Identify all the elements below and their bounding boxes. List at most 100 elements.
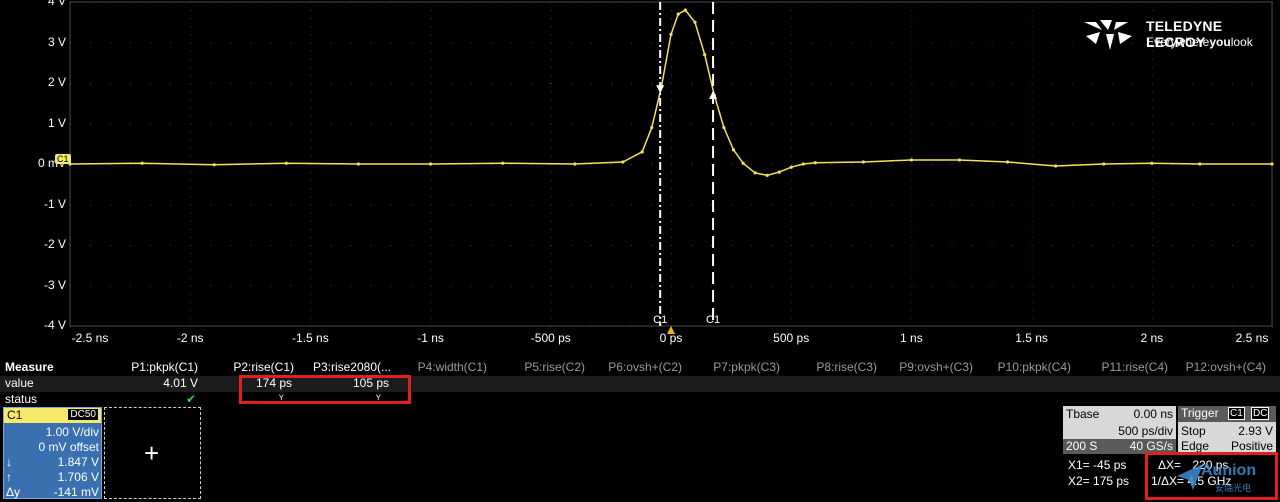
- measure-param-header[interactable]: P6:ovsh+(C2): [608, 360, 682, 374]
- grid-dot: [190, 172, 192, 174]
- grid-dot: [971, 285, 973, 287]
- grid-dot: [590, 245, 592, 246]
- grid-dot: [110, 123, 112, 125]
- grid-dot: [310, 253, 312, 255]
- grid-dot: [430, 34, 432, 36]
- grid-dot: [90, 326, 92, 327]
- grid-dot: [831, 123, 833, 125]
- measure-param-header[interactable]: P4:width(C1): [418, 360, 487, 374]
- measure-param-header[interactable]: P11:rise(C4): [1102, 360, 1168, 374]
- grid-dot: [1272, 139, 1273, 141]
- grid-dot: [1272, 277, 1273, 279]
- measure-param-header[interactable]: P8:rise(C3): [816, 360, 877, 374]
- c1-ground-marker[interactable]: C1: [55, 154, 71, 164]
- measure-param-header[interactable]: P5:rise(C2): [524, 360, 585, 374]
- grid-dot: [390, 245, 392, 246]
- grid-dot: [550, 18, 552, 20]
- grid-dot: [811, 245, 813, 246]
- c1-descriptor-box[interactable]: C1 DC50 1.00 V/div 0 mV offset ↓ 1.847 V …: [3, 407, 102, 499]
- measure-param-header[interactable]: P1:pkpk(C1): [131, 360, 198, 374]
- grid-dot: [751, 2, 753, 3]
- grid-dot: [650, 326, 652, 327]
- grid-dot: [150, 245, 152, 246]
- grid-dot: [430, 309, 432, 311]
- grid-dot: [630, 285, 632, 287]
- grid-dot: [1031, 293, 1033, 295]
- grid-dot: [691, 204, 693, 206]
- grid-dot: [510, 245, 512, 246]
- grid-dot: [590, 164, 592, 165]
- grid-dot: [1151, 172, 1153, 174]
- grid-dot: [530, 326, 532, 327]
- measure-param-header[interactable]: P7:pkpk(C3): [713, 360, 780, 374]
- grid-dot: [1272, 34, 1273, 36]
- grid-dot: [1272, 204, 1273, 206]
- grid-dot: [390, 2, 392, 3]
- grid-dot: [1011, 42, 1013, 44]
- add-trace-slot[interactable]: +: [104, 407, 201, 499]
- grid-dot: [310, 66, 312, 68]
- waveform-display[interactable]: 4 V3 V2 V1 V0 mV -1 V -2 V -3 V -4 V -2.5 ns…: [0, 0, 1280, 360]
- status-ok-icon: ✔: [185, 392, 196, 406]
- grid-dot: [310, 115, 312, 117]
- cursor-x1-label: C1: [653, 314, 668, 326]
- grid-dot: [1031, 18, 1033, 20]
- waveform-grid[interactable]: [0, 0, 1280, 360]
- grid-dot: [871, 42, 873, 44]
- measure-param-header[interactable]: P9:ovsh+(C3): [899, 360, 973, 374]
- y-tick-label: -2 V: [43, 237, 66, 251]
- grid-dot: [430, 18, 432, 20]
- trace-sample-point: [1270, 162, 1274, 166]
- grid-dot: [550, 253, 552, 255]
- grid-dot: [1011, 285, 1013, 287]
- grid-dot: [570, 204, 572, 206]
- grid-dot: [310, 220, 312, 222]
- grid-dot: [590, 326, 592, 327]
- grid-dot: [310, 91, 312, 93]
- grid-dot: [210, 245, 212, 246]
- grid-dot: [570, 245, 572, 246]
- grid-dot: [310, 50, 312, 52]
- measure-param-header[interactable]: P12:ovsh+(C4): [1186, 360, 1266, 374]
- grid-dot: [650, 164, 652, 165]
- grid-dot: [911, 317, 913, 319]
- measure-param-header[interactable]: P2:rise(C1): [233, 360, 294, 374]
- trace-sample-point: [1150, 161, 1154, 165]
- grid-dot: [430, 147, 432, 149]
- grid-dot: [1031, 58, 1033, 60]
- grid-dot: [1151, 204, 1153, 206]
- timebase-panel[interactable]: Tbase 0.00 ns 500 ps/div 200 S 40 GS/s: [1063, 406, 1176, 454]
- grid-dot: [1051, 204, 1053, 206]
- grid-dot: [190, 123, 192, 125]
- grid-dot: [1272, 188, 1273, 190]
- grid-dot: [911, 269, 913, 271]
- trigger-panel[interactable]: Trigger C1 DC Stop 2.93 V Edge Positive: [1178, 406, 1276, 454]
- grid-dot: [691, 123, 693, 125]
- grid-dot: [310, 317, 312, 319]
- grid-dot: [550, 220, 552, 222]
- grid-dot: [350, 285, 352, 287]
- grid-dot: [1031, 50, 1033, 52]
- grid-dot: [1251, 326, 1253, 327]
- grid-dot: [70, 261, 71, 263]
- grid-dot: [791, 18, 793, 20]
- grid-dot: [510, 285, 512, 287]
- grid-dot: [210, 326, 212, 327]
- measure-param-header[interactable]: P3:rise2080(...: [313, 360, 391, 374]
- grid-dot: [130, 123, 132, 125]
- grid-dot: [490, 2, 492, 3]
- grid-dot: [550, 131, 552, 133]
- grid-dot: [991, 326, 993, 327]
- grid-dot: [1031, 172, 1033, 174]
- grid-dot: [931, 245, 933, 246]
- grid-dot: [1031, 155, 1033, 157]
- grid-dot: [570, 285, 572, 287]
- grid-dot: [70, 326, 71, 327]
- grid-dot: [1231, 285, 1233, 287]
- grid-dot: [310, 228, 312, 230]
- grid-dot: [1272, 293, 1273, 295]
- trace-sample-point: [212, 163, 216, 167]
- grid-dot: [1251, 83, 1253, 84]
- grid-dot: [450, 245, 452, 246]
- measure-param-header[interactable]: P10:pkpk(C4): [998, 360, 1071, 374]
